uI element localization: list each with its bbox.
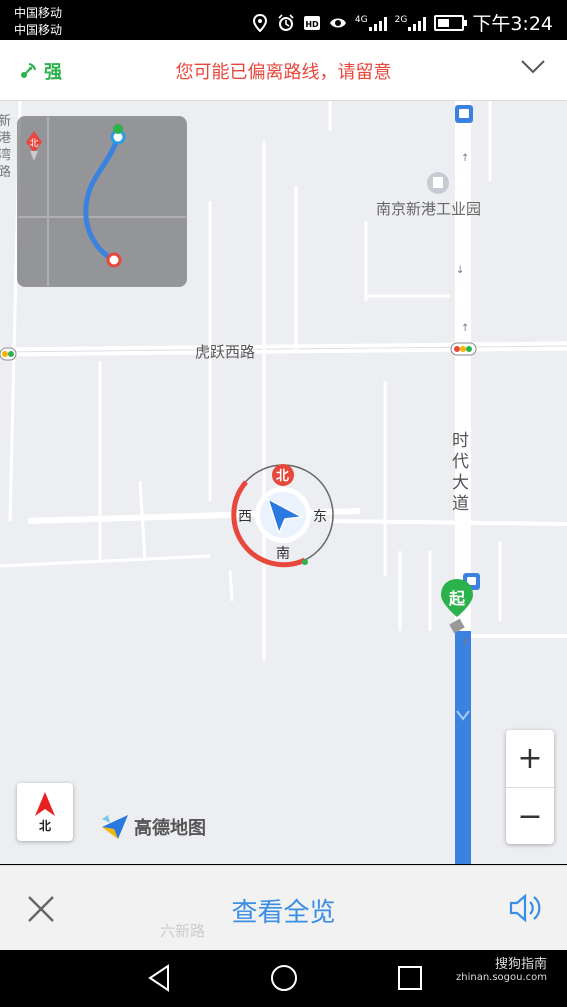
signal-1: 4G xyxy=(355,15,387,31)
watermark-name: 搜狗指南 xyxy=(494,957,547,972)
bottom-action-bar: 六新路 查看全览 xyxy=(0,865,567,951)
network-type-2: 2G xyxy=(394,14,408,25)
logo-text: 高德地图 xyxy=(134,818,206,839)
back-icon[interactable] xyxy=(146,964,172,992)
svg-text:↑: ↑ xyxy=(461,323,469,334)
battery-icon xyxy=(434,14,468,31)
deviation-warning-bar: 强 您可能已偏离路线，请留意 xyxy=(0,40,567,101)
status-bar: 中国移动 中国移动 HD 4G 2G 下午3:24 xyxy=(0,0,567,40)
system-nav-bar: 搜狗指南 zhinan.sogou.com xyxy=(0,950,567,1007)
hd-icon: HD xyxy=(303,15,320,30)
chevron-down-icon[interactable] xyxy=(521,60,545,74)
heading-east: 东 xyxy=(313,509,327,525)
zoom-control: + − xyxy=(506,730,554,844)
carrier-2: 中国移动 xyxy=(14,23,63,37)
svg-text:北: 北 xyxy=(29,138,38,149)
home-icon[interactable] xyxy=(270,964,298,992)
svg-text:↓: ↓ xyxy=(456,265,464,276)
alarm-icon xyxy=(278,13,294,31)
signal-2: 2G xyxy=(395,15,427,31)
start-marker-label: 起 xyxy=(448,589,465,608)
label-road-huyue: 虎跃西路 xyxy=(195,343,256,361)
amap-logo: 高德地图 xyxy=(100,813,206,841)
clock: 下午3:24 xyxy=(472,13,553,35)
map-view[interactable]: ↑ ↓ ↑ ↑ 南京新港工业园 虎跃西路 时代大道 新港湾路 北 南 东 西 北… xyxy=(0,101,567,864)
location-icon xyxy=(252,13,267,32)
svg-text:↑: ↑ xyxy=(461,153,469,164)
zoom-in-button[interactable]: + xyxy=(506,730,554,787)
compass-label: 北 xyxy=(38,819,51,833)
start-marker[interactable]: 起 xyxy=(439,577,475,641)
watermark: 搜狗指南 zhinan.sogou.com xyxy=(456,953,547,983)
network-type-1: 4G xyxy=(354,14,368,25)
heading-west: 西 xyxy=(238,509,252,525)
view-overview-button[interactable]: 查看全览 xyxy=(0,892,567,929)
minimap-route: 北 xyxy=(18,117,186,286)
route-deviation-warning: 您可能已偏离路线，请留意 xyxy=(175,62,392,83)
watermark-url: zhinan.sogou.com xyxy=(455,972,547,983)
eye-icon xyxy=(329,18,346,27)
north-arrow-icon xyxy=(35,792,55,816)
label-road-shidai: 时代大道 xyxy=(452,431,469,514)
svg-text:HD: HD xyxy=(305,20,319,29)
label-industrial-park[interactable]: 南京新港工业园 xyxy=(376,198,481,219)
amap-logo-icon xyxy=(102,815,128,839)
route-minimap[interactable]: 北 xyxy=(17,116,187,287)
speaker-icon[interactable] xyxy=(509,892,543,924)
compass-button[interactable]: 北 xyxy=(17,783,73,841)
zoom-out-button[interactable]: − xyxy=(506,787,554,845)
carrier-1: 中国移动 xyxy=(14,6,63,20)
heading-north: 北 xyxy=(276,469,290,484)
label-road-left-edge: 新港湾路 xyxy=(0,114,12,180)
recents-icon[interactable] xyxy=(397,964,423,992)
heading-south: 南 xyxy=(276,546,290,562)
